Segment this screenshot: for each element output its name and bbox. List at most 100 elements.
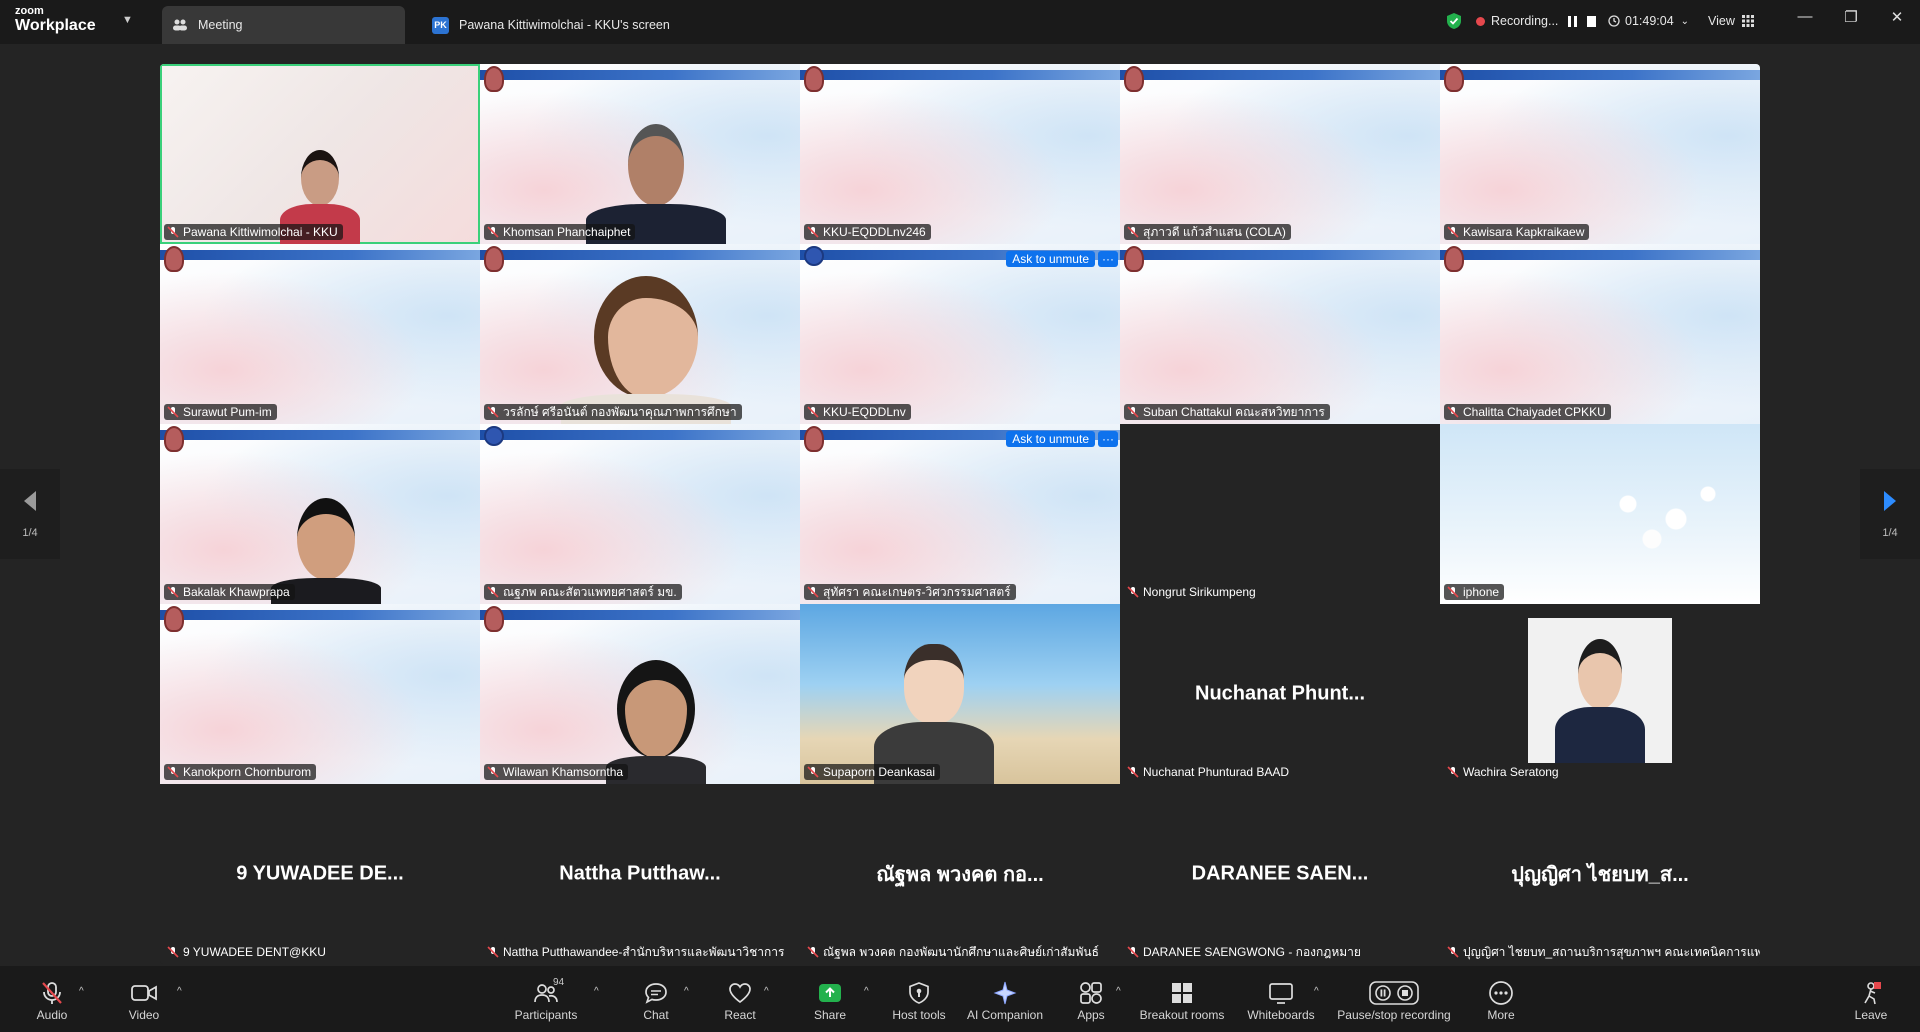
minimize-icon[interactable]: —	[1790, 8, 1820, 25]
app-logo[interactable]: zoom Workplace	[15, 6, 96, 34]
pause-stop-recording-button[interactable]: Pause/stop recording	[1336, 980, 1452, 1022]
close-icon[interactable]: ✕	[1882, 8, 1912, 26]
video-options-caret-icon[interactable]: ^	[177, 986, 182, 997]
participant-nameplate: Surawut Pum-im	[164, 404, 277, 420]
video-tile[interactable]: 9 YUWADEE DE... 9 YUWADEE DENT@KKU	[160, 784, 480, 964]
chat-label: Chat	[643, 1008, 669, 1022]
video-tile[interactable]: สุภาวดี แก้วสำแสน (COLA)	[1120, 64, 1440, 244]
breakout-rooms-button[interactable]: Breakout rooms	[1137, 980, 1227, 1022]
mic-muted-icon	[807, 586, 819, 598]
slide-header	[1440, 250, 1760, 260]
stop-icon[interactable]	[1587, 15, 1597, 27]
participant-name: Pawana Kittiwimolchai - KKU	[183, 225, 338, 239]
participants-label: Participants	[514, 1008, 578, 1022]
chat-options-caret-icon[interactable]: ^	[684, 986, 689, 997]
slide-header	[480, 70, 800, 80]
clock-icon	[1608, 15, 1620, 27]
video-tile[interactable]: Bakalak Khawprapa	[160, 424, 480, 604]
mic-muted-icon	[1127, 946, 1139, 958]
mic-muted-icon	[1127, 586, 1139, 598]
video-tile[interactable]: Nongrut Sirikumpeng	[1120, 424, 1440, 604]
more-options-icon[interactable]: ···	[1098, 250, 1118, 267]
video-tile[interactable]: Kanokporn Chornburom	[160, 604, 480, 784]
whiteboard-icon	[1268, 980, 1294, 1006]
video-tile[interactable]: ณฐภพ คณะสัตวแพทยศาสตร์ มข.	[480, 424, 800, 604]
participant-nameplate: วรลักษ์ ศรีอนันต์ กองพัฒนาคุณภาพการศึกษา	[484, 404, 742, 420]
participant-display-name: ปุญญิศา ไชยบท_ส...	[1511, 864, 1689, 886]
participants-button[interactable]: 94 Participants	[501, 977, 591, 1022]
participant-name: Nuchanat Phunturad BAAD	[1143, 765, 1290, 779]
video-tile[interactable]: Ask to unmute ··· KKU-EQDDLnv	[800, 244, 1120, 424]
slide-header	[1120, 70, 1440, 80]
participants-options-caret-icon[interactable]: ^	[594, 986, 599, 997]
participant-name: Chalitta Chaiyadet CPKKU	[1463, 405, 1606, 419]
share-button[interactable]: Share	[785, 980, 875, 1022]
mic-muted-icon	[1447, 946, 1459, 958]
ask-to-unmute-button[interactable]: Ask to unmute ···	[1006, 250, 1118, 267]
apps-button[interactable]: Apps	[1046, 980, 1136, 1022]
previous-page-button[interactable]: 1/4	[0, 469, 60, 559]
encryption-shield-icon[interactable]	[1446, 10, 1462, 32]
video-tile[interactable]: Suban Chattakul คณะสหวิทยาการ	[1120, 244, 1440, 424]
video-tile[interactable]: Pawana Kittiwimolchai - KKU	[160, 64, 480, 244]
recording-label: Recording...	[1491, 14, 1559, 28]
tab-shared-screen[interactable]: PK Pawana Kittiwimolchai - KKU's screen	[420, 6, 720, 44]
react-button[interactable]: React	[695, 980, 785, 1022]
view-button[interactable]: View	[1708, 10, 1754, 32]
video-tile[interactable]: iphone	[1440, 424, 1760, 604]
host-tools-button[interactable]: Host tools	[874, 980, 964, 1022]
video-tile[interactable]: Ask to unmute ··· สุทัศรา คณะเกษตร-วิศวก…	[800, 424, 1120, 604]
participant-nameplate: Bakalak Khawprapa	[164, 584, 295, 600]
whiteboards-button[interactable]: Whiteboards	[1236, 980, 1326, 1022]
next-page-button[interactable]: 1/4	[1860, 469, 1920, 559]
video-tile[interactable]: Wilawan Khamsorntha	[480, 604, 800, 784]
mic-muted-icon	[487, 586, 499, 598]
video-tile[interactable]: Supaporn Deankasai	[800, 604, 1120, 784]
video-tile[interactable]: Chalitta Chaiyadet CPKKU	[1440, 244, 1760, 424]
brand-top: zoom	[15, 5, 44, 17]
meeting-timer[interactable]: 01:49:04 ⌄	[1608, 10, 1689, 32]
video-tile[interactable]: Kawisara Kapkraikaew	[1440, 64, 1760, 244]
university-crest-icon	[484, 606, 504, 632]
leave-button[interactable]: Leave	[1826, 980, 1916, 1022]
react-options-caret-icon[interactable]: ^	[764, 986, 769, 997]
video-tile[interactable]: Khomsan Phanchaiphet	[480, 64, 800, 244]
tab-meeting[interactable]: Meeting	[162, 6, 405, 44]
video-tile[interactable]: วรลักษ์ ศรีอนันต์ กองพัฒนาคุณภาพการศึกษา	[480, 244, 800, 424]
video-tile[interactable]: DARANEE SAEN... DARANEE SAENGWONG - กองก…	[1120, 784, 1440, 964]
more-options-icon[interactable]: ···	[1098, 430, 1118, 447]
audio-options-caret-icon[interactable]: ^	[79, 986, 84, 997]
pause-icon[interactable]	[1568, 15, 1578, 27]
mic-muted-icon	[807, 406, 819, 418]
participant-display-name: 9 YUWADEE DE...	[236, 862, 404, 885]
slide-header	[800, 70, 1120, 80]
video-tile[interactable]: Nattha Putthaw... Nattha Putthawandee-สำ…	[480, 784, 800, 964]
participant-name: Khomsan Phanchaiphet	[503, 225, 631, 239]
participant-nameplate: Nuchanat Phunturad BAAD	[1124, 764, 1294, 780]
video-tile[interactable]: Nuchanat Phunt... Nuchanat Phunturad BAA…	[1120, 604, 1440, 784]
audio-label: Audio	[36, 1008, 68, 1022]
video-tile[interactable]: KKU-EQDDLnv246	[800, 64, 1120, 244]
video-tile[interactable]: Surawut Pum-im	[160, 244, 480, 424]
video-tile[interactable]: ณัฐพล พวงคต กอ... ณัฐพล พวงคต กองพัฒนานั…	[800, 784, 1120, 964]
breakout-rooms-label: Breakout rooms	[1139, 1008, 1225, 1022]
participant-display-name: Nuchanat Phunt...	[1195, 682, 1365, 705]
whiteboards-options-caret-icon[interactable]: ^	[1314, 986, 1319, 997]
mic-muted-icon	[487, 946, 499, 958]
video-button[interactable]: Video	[99, 980, 189, 1022]
share-options-caret-icon[interactable]: ^	[864, 986, 869, 997]
more-button[interactable]: More	[1456, 980, 1546, 1022]
participant-name: Kanokporn Chornburom	[183, 765, 312, 779]
ai-companion-button[interactable]: AI Companion	[960, 980, 1050, 1022]
restore-icon[interactable]: ❐	[1836, 8, 1866, 26]
mic-muted-icon	[167, 586, 179, 598]
video-tile[interactable]: Wachira Seratong	[1440, 604, 1760, 784]
video-label: Video	[128, 1008, 160, 1022]
apps-options-caret-icon[interactable]: ^	[1116, 986, 1121, 997]
leave-icon	[1860, 980, 1882, 1006]
recording-indicator[interactable]: Recording...	[1476, 10, 1597, 32]
chevron-down-icon[interactable]: ▼	[122, 14, 133, 26]
more-icon	[1488, 980, 1514, 1006]
video-tile[interactable]: ปุญญิศา ไชยบท_ส... ปุญญิศา ไชยบท_สถานบริ…	[1440, 784, 1760, 964]
ask-to-unmute-button[interactable]: Ask to unmute ···	[1006, 430, 1118, 447]
